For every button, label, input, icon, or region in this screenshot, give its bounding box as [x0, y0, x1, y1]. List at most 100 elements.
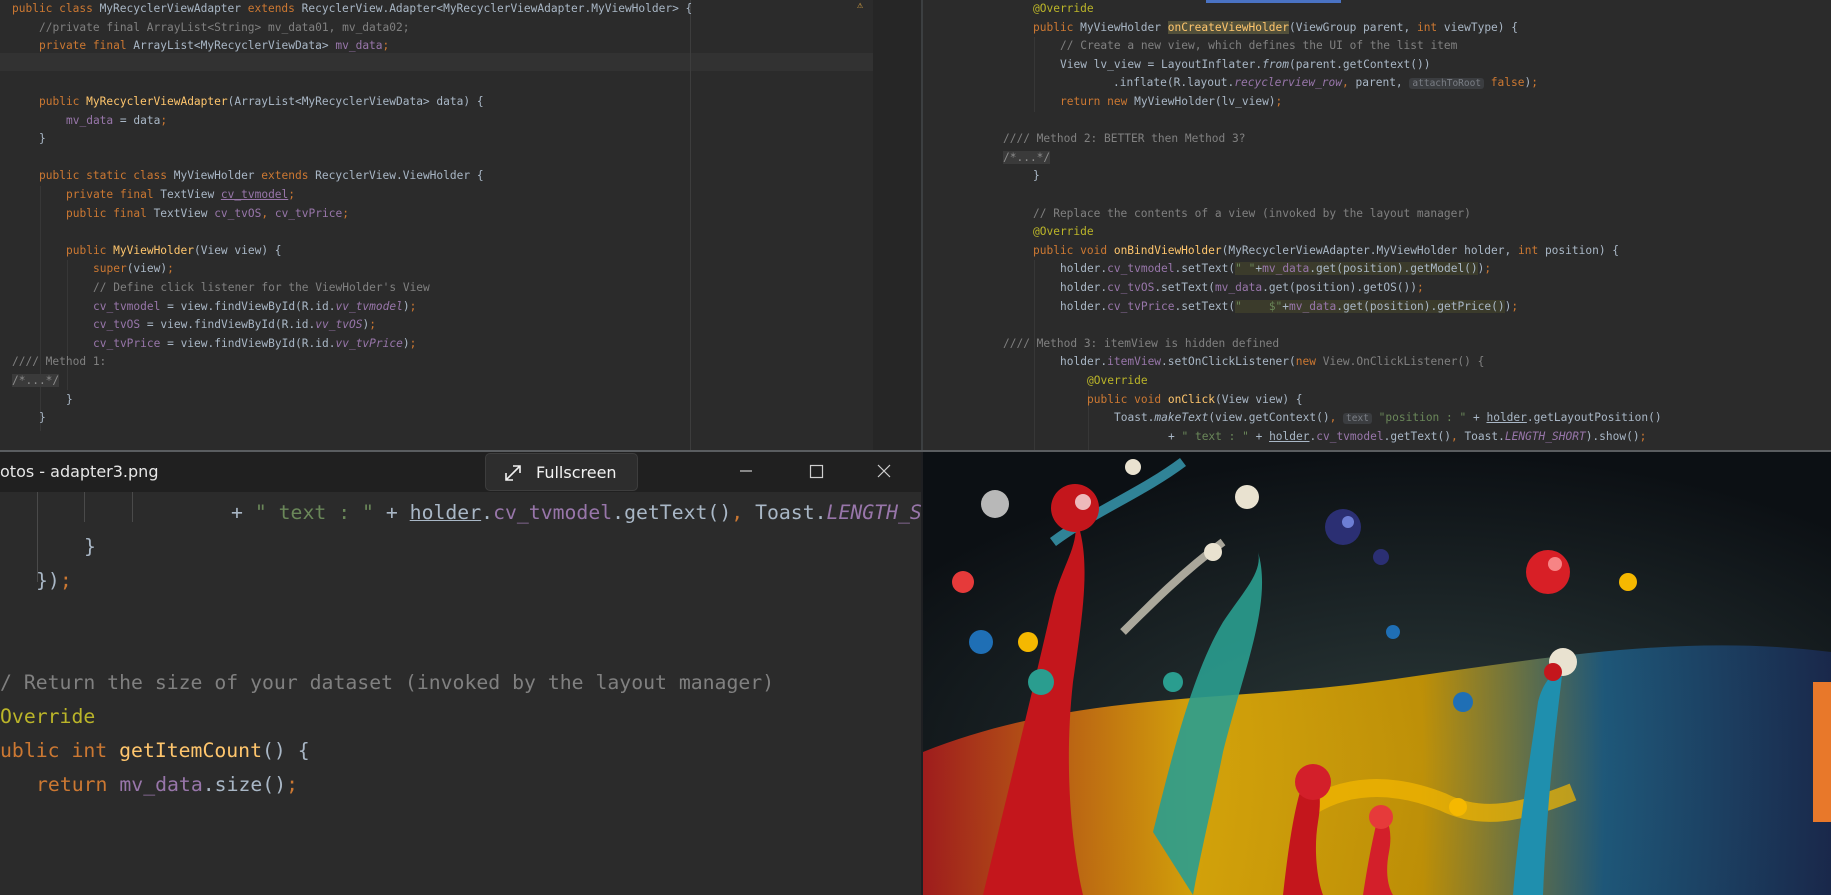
code-line[interactable]: private final TextView cv_tvmodel;: [66, 186, 295, 205]
code-line[interactable]: // Create a new view, which defines the …: [1060, 37, 1457, 56]
maximize-button[interactable]: [801, 456, 831, 486]
code-token: View.OnClickListener() {: [1322, 355, 1485, 369]
code-token: .getText(): [612, 501, 732, 524]
code-token: " text : ": [254, 501, 386, 524]
code-line[interactable]: //// Method 2: BETTER then Method 3?: [1003, 130, 1245, 149]
code-line[interactable]: holder.cv_tvmodel.setText(" "+mv_data.ge…: [1060, 260, 1491, 279]
code-token: public class: [12, 2, 100, 15]
code-line: Override: [0, 700, 95, 734]
code-token: cv_tvOS: [1107, 281, 1155, 294]
code-token: // Create a new view, which defines the …: [1060, 39, 1458, 53]
minimize-button[interactable]: [731, 456, 761, 486]
code-token: ;: [1275, 95, 1283, 108]
code-token: @Override: [1087, 374, 1148, 387]
code-line[interactable]: public MyViewHolder onCreateViewHolder(V…: [1033, 19, 1518, 38]
fullscreen-button[interactable]: Fullscreen: [485, 453, 638, 491]
code-line[interactable]: Toast.makeText(view.getContext(), text "…: [1114, 409, 1662, 428]
code-line[interactable]: @Override: [1033, 223, 1094, 242]
code-line[interactable]: //// Method 3: itemView is hidden define…: [1003, 335, 1279, 354]
code-line: return mv_data.size();: [36, 768, 298, 802]
code-token: public void: [1087, 392, 1168, 406]
code-line[interactable]: holder.cv_tvPrice.setText(" $"+mv_data.g…: [1060, 298, 1518, 317]
code-token: ).show(): [1585, 429, 1640, 443]
code-line[interactable]: super(view);: [93, 260, 174, 279]
code-line[interactable]: // Replace the contents of a view (invok…: [1033, 205, 1471, 224]
code-token: "position : ": [1371, 411, 1473, 425]
code-token: () {: [262, 739, 310, 762]
code-line[interactable]: public void onClick(View view) {: [1087, 391, 1303, 410]
code-token: makeText: [1154, 411, 1209, 425]
code-token: private final: [66, 188, 161, 201]
code-token: MyRecyclerViewAdapter: [99, 2, 248, 15]
code-token: public static class: [39, 169, 174, 183]
code-token: }: [66, 392, 73, 406]
code-token: ): [402, 336, 410, 350]
code-token: public: [39, 95, 87, 108]
code-line[interactable]: public class MyRecyclerViewAdapter exten…: [12, 0, 692, 19]
code-line[interactable]: }: [39, 130, 46, 149]
code-line: });: [36, 564, 72, 598]
code-line[interactable]: public final TextView cv_tvOS, cv_tvPric…: [66, 205, 349, 224]
code-editor-right[interactable]: @Override public MyViewHolder onCreateVie…: [923, 0, 1831, 450]
code-token: text: [1343, 413, 1372, 425]
code-line[interactable]: holder.itemView.setOnClickListener(new V…: [1060, 353, 1484, 372]
code-line[interactable]: public static class MyViewHolder extends…: [39, 167, 484, 186]
code-line[interactable]: + " text : " + holder.cv_tvmodel.getText…: [1168, 428, 1646, 447]
code-line[interactable]: /*...*/: [1003, 149, 1051, 168]
code-line[interactable]: /*...*/: [12, 372, 60, 391]
code-token: /*...*/: [1003, 150, 1051, 164]
code-token: recyclerview_row: [1234, 76, 1343, 90]
code-token: extends: [247, 2, 302, 15]
code-line[interactable]: return new MyViewHolder(lv_view);: [1060, 93, 1282, 112]
code-editor-left[interactable]: public class MyRecyclerViewAdapter exten…: [0, 0, 921, 450]
code-line[interactable]: }: [39, 409, 46, 428]
code-token: (MyRecyclerViewAdapter.MyViewHolder hold…: [1221, 243, 1518, 257]
photos-titlebar[interactable]: otos - adapter3.png Fullscreen: [0, 452, 921, 492]
code-token: (ArrayList<MyRecyclerViewData> data) {: [227, 95, 484, 108]
code-token: vv_tvmodel: [335, 299, 403, 313]
code-line[interactable]: cv_tvOS = view.findViewById(R.id.vv_tvOS…: [93, 316, 376, 335]
code-line[interactable]: //private final ArrayList<String> mv_dat…: [39, 19, 409, 38]
code-line[interactable]: @Override: [1033, 0, 1094, 19]
code-line[interactable]: public MyViewHolder(View view) {: [66, 242, 282, 261]
code-line[interactable]: @Override: [1087, 372, 1148, 391]
code-line[interactable]: private final ArrayList<MyRecyclerViewDa…: [39, 37, 389, 56]
warning-icon[interactable]: ⚠: [857, 0, 863, 12]
code-token: .setText(: [1174, 262, 1236, 276]
code-token: holder: [409, 501, 482, 524]
code-line[interactable]: public MyRecyclerViewAdapter(ArrayList<M…: [39, 93, 484, 112]
code-token: = view.findViewById(R.id.: [146, 318, 316, 332]
code-line[interactable]: .inflate(R.layout.recyclerview_row, pare…: [1113, 74, 1538, 93]
code-token: public final: [66, 206, 154, 220]
code-lines-right[interactable]: @Override public MyViewHolder onCreateVie…: [923, 0, 1831, 450]
code-token: (View view) {: [1214, 392, 1303, 406]
code-line[interactable]: // Define click listener for the ViewHol…: [93, 279, 430, 298]
code-token: //// Method 3: itemView is hidden define…: [1003, 336, 1280, 350]
code-token: mv_data: [119, 773, 203, 796]
code-token: mv_data: [1262, 262, 1310, 276]
code-line[interactable]: holder.cv_tvOS.setText(mv_data.get(posit…: [1060, 279, 1424, 298]
code-token: .setOnClickListener(: [1161, 355, 1296, 369]
code-token: TextView: [160, 188, 221, 201]
code-token: = data: [119, 113, 161, 127]
code-line[interactable]: //// Method 1:: [12, 353, 106, 372]
code-token: TextView: [153, 206, 215, 220]
code-line[interactable]: cv_tvmodel = view.findViewById(R.id.vv_t…: [93, 298, 416, 317]
code-line[interactable]: public void onBindViewHolder(MyRecyclerV…: [1033, 242, 1619, 261]
code-token: LENGTH_SHORT: [1504, 429, 1586, 443]
code-line: }: [84, 530, 96, 564]
code-line[interactable]: cv_tvPrice = view.findViewById(R.id.vv_t…: [93, 335, 416, 354]
code-line[interactable]: mv_data = data;: [66, 112, 167, 131]
close-button[interactable]: [869, 456, 899, 486]
code-line[interactable]: View lv_view = LayoutInflater.from(paren…: [1060, 56, 1430, 75]
code-token: .setText(: [1154, 281, 1215, 294]
editor-scrollbar[interactable]: [873, 0, 921, 450]
code-lines-left[interactable]: public class MyRecyclerViewAdapter exten…: [0, 0, 921, 450]
code-token: MyRecyclerViewAdapter: [86, 95, 228, 108]
code-line[interactable]: }: [66, 391, 73, 410]
photos-window[interactable]: otos - adapter3.png Fullscreen + " text …: [0, 452, 921, 895]
code-line[interactable]: }: [1033, 167, 1040, 186]
code-token: ): [402, 299, 410, 313]
code-token: cv_tvmodel: [493, 501, 613, 524]
